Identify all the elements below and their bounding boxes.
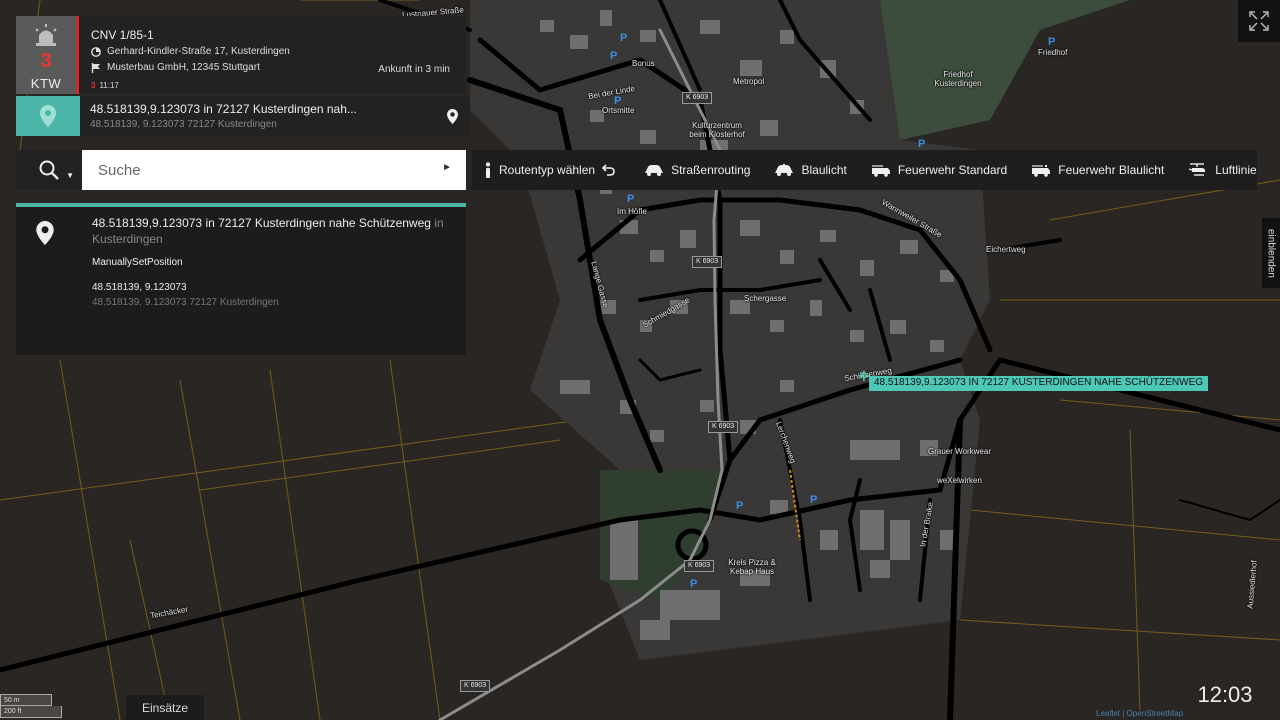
fullscreen-icon [1249, 11, 1269, 31]
result-coords-sub: 48.518139, 9.123073 72127 Kusterdingen [92, 297, 279, 308]
selected-location-bar[interactable]: 48.518139,9.123073 in 72127 Kusterdingen… [16, 96, 470, 136]
emergency-car-icon [775, 164, 794, 176]
result-title-main: 48.518139,9.123073 in 72127 Kusterdingen… [92, 216, 431, 230]
location-pin-button[interactable] [16, 96, 80, 136]
location-pin-icon [40, 105, 56, 127]
map-label-wexelwirken: weXelwirken [937, 476, 982, 485]
missions-tab[interactable]: Einsätze [126, 695, 204, 720]
route-toolbar: Routentyp wählen Straßenrouting Blaulich… [472, 150, 1257, 190]
map-pin-icon [36, 221, 54, 245]
road-shield: K 6903 [684, 560, 715, 572]
map-label-grauer-workwear: Grauer Workwear [928, 447, 991, 456]
scale-imperial: 200 ft [0, 706, 62, 718]
map-label-im-hoefle: Im Höfle [617, 207, 647, 216]
route-option-strassenrouting[interactable]: Straßenrouting [632, 150, 762, 190]
road-shield: K 6903 [460, 680, 491, 692]
parking-icon: P [918, 138, 926, 150]
parking-icon: P [690, 578, 698, 590]
route-option-label: Feuerwehr Standard [897, 163, 1008, 177]
search-result-item[interactable]: 48.518139,9.123073 in 72127 Kusterdingen… [16, 207, 466, 355]
route-option-luftlinie[interactable]: Luftlinie [1176, 150, 1268, 190]
route-option-feuerwehr-blaulicht[interactable]: Feuerwehr Blaulicht [1019, 150, 1176, 190]
map-label-eichertweg: Eichertweg [986, 245, 1026, 254]
scale-metric: 50 m [0, 694, 52, 706]
location-title: 48.518139,9.123073 in 72127 Kusterdingen… [90, 102, 357, 116]
map-scale: 50 m 200 ft [0, 694, 64, 720]
mission-time-row: 3 11:17 [91, 81, 119, 90]
search-bar: ▼ ► [16, 150, 466, 190]
map-label-kulturzentrum: Kulturzentrum beim Klosterhof [689, 121, 745, 139]
route-option-label: Feuerwehr Blaulicht [1058, 163, 1165, 177]
mission-unit: KTW [30, 76, 62, 91]
road-shield: K 6903 [682, 92, 713, 104]
parking-icon: P [610, 50, 618, 62]
map-label-krels-pizza: Krels Pizza & Kebap Haus [728, 558, 776, 576]
helicopter-icon [1189, 163, 1206, 176]
search-icon [39, 160, 59, 180]
clock: 12:03 [1197, 682, 1253, 707]
parking-icon: P [620, 32, 628, 44]
mission-count: 3 [40, 50, 52, 72]
map-label-schergasse: Schergasse [744, 294, 787, 303]
map-label-ortsmitte: Ortsmitte [602, 106, 635, 115]
mission-card[interactable]: 3 KTW CNV 1/85-1 Gerhard-Kindler-Straße … [16, 16, 466, 94]
map-attribution[interactable]: Leaflet | OpenStreetMap [1096, 709, 1183, 718]
parking-icon: P [1048, 36, 1056, 48]
search-submit-icon[interactable]: ► [442, 162, 452, 173]
road-shield: K 6903 [692, 256, 723, 268]
parking-icon: P [736, 500, 744, 512]
mission-badge: 3 KTW [16, 16, 76, 94]
route-type-label: Routentyp wählen [499, 163, 596, 177]
result-coords: 48.518139, 9.123073 [92, 282, 187, 293]
map-label-metropol: Metropol [733, 77, 765, 86]
parking-icon: P [614, 95, 622, 107]
route-option-feuerwehr-standard[interactable]: Feuerwehr Standard [859, 150, 1019, 190]
map-label-friedhof-kusterdingen: Friedhof Kusterdingen [934, 70, 982, 88]
undo-icon[interactable] [602, 164, 616, 176]
person-icon [485, 162, 491, 178]
route-type-chooser[interactable]: Routentyp wählen [472, 150, 628, 190]
map-label-friedhof: Friedhof [1038, 48, 1068, 57]
position-marker-icon[interactable]: ✛ [858, 368, 870, 385]
fullscreen-button[interactable] [1238, 0, 1280, 42]
parking-icon: P [810, 494, 818, 506]
road-shield: K 6903 [708, 421, 739, 433]
parking-icon: P [627, 193, 635, 205]
app-stage: Friedhof Friedhof Kusterdingen Bonus Met… [0, 0, 1280, 720]
search-mode-button[interactable]: ▼ [16, 150, 82, 190]
map-pin-icon [446, 108, 458, 124]
fire-truck-icon [871, 164, 890, 177]
side-panel-toggle[interactable]: einblenden [1262, 218, 1280, 288]
mission-time-prefix: 3 [91, 81, 96, 90]
caret-down-icon: ▼ [66, 171, 74, 180]
mission-arrival: Ankunft in 3 min [378, 64, 450, 75]
route-option-blaulicht[interactable]: Blaulicht [762, 150, 858, 190]
siren-icon [35, 24, 57, 46]
location-marker-button[interactable] [434, 96, 470, 136]
mission-address: Gerhard-Kindler-Straße 17, Kusterdingen [107, 46, 290, 57]
search-input[interactable] [82, 150, 466, 190]
flag-icon [91, 62, 100, 73]
mission-time: 11:17 [99, 81, 119, 90]
result-title: 48.518139,9.123073 in 72127 Kusterdingen… [92, 215, 466, 247]
mission-code: CNV 1/85-1 [91, 28, 154, 42]
target-icon [91, 46, 101, 57]
location-subtitle: 48.518139, 9.123073 72127 Kusterdingen [90, 119, 277, 130]
fire-truck-emergency-icon [1032, 164, 1051, 177]
mission-info: CNV 1/85-1 Gerhard-Kindler-Straße 17, Ku… [79, 16, 466, 94]
result-title-place: Kusterdingen [92, 232, 163, 246]
search-input-wrap: ► [82, 150, 466, 190]
mission-destination-row: Musterbau GmbH, 12345 Stuttgart [91, 62, 260, 73]
route-option-label: Blaulicht [801, 163, 847, 177]
result-type: ManuallySetPosition [92, 257, 183, 268]
location-text: 48.518139,9.123073 in 72127 Kusterdingen… [80, 96, 434, 136]
map-label-bonus: Bonus [632, 59, 655, 68]
route-option-label: Luftlinie [1215, 163, 1257, 177]
mission-destination: Musterbau GmbH, 12345 Stuttgart [107, 62, 260, 73]
result-title-in: in [434, 216, 444, 230]
position-marker-label[interactable]: 48.518139,9.123073 IN 72127 KUSTERDINGEN… [869, 376, 1209, 391]
car-icon [645, 165, 664, 176]
mission-address-row: Gerhard-Kindler-Straße 17, Kusterdingen [91, 46, 290, 57]
route-option-label: Straßenrouting [671, 163, 751, 177]
